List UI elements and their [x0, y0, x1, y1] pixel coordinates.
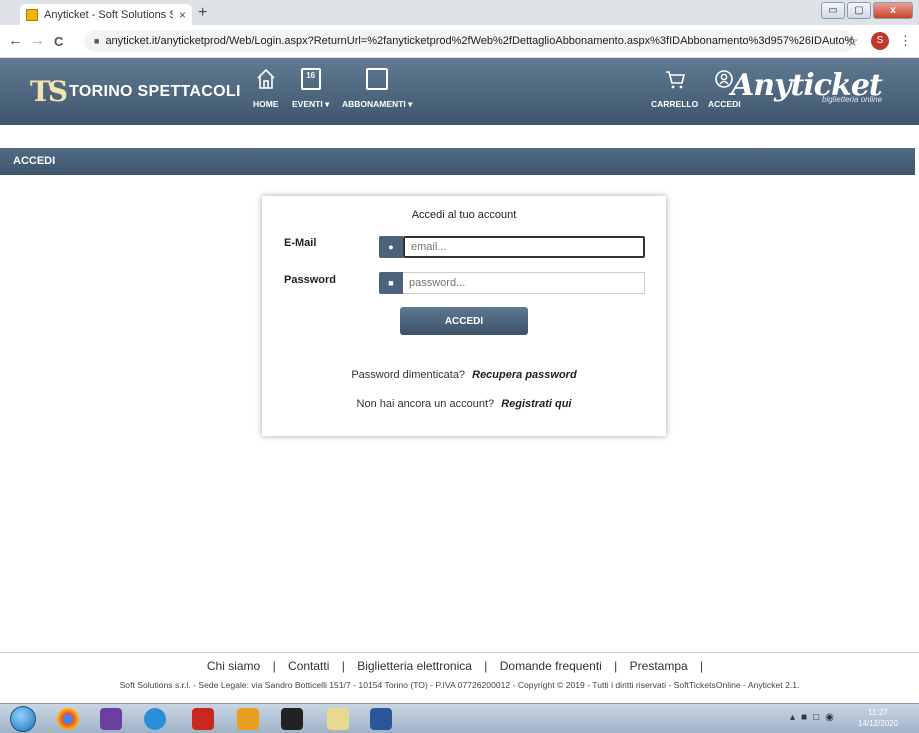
home-icon	[257, 68, 275, 89]
email-label: E-Mail	[284, 237, 317, 249]
maximize-button[interactable]: ▢	[847, 2, 871, 19]
file-explorer-icon[interactable]	[327, 708, 349, 730]
login-card: Accedi al tuo account E-Mail ● Password …	[262, 196, 666, 436]
taskbar-clock[interactable]: 11:27 14/12/2020	[858, 707, 898, 729]
footer-separator: |	[614, 659, 618, 673]
logo-mark: TS	[30, 75, 68, 108]
nav-eventi-label: EVENTI ▾	[292, 99, 330, 109]
bookmark-star-icon[interactable]: ☆	[846, 33, 859, 50]
footer-link-domande[interactable]: Domande frequenti	[500, 659, 602, 673]
favicon-icon	[26, 8, 38, 21]
internet-explorer-icon[interactable]	[144, 708, 166, 730]
nav-abbonamenti-label: ABBONAMENTI ▾	[342, 99, 413, 109]
new-tab-button[interactable]: +	[198, 4, 207, 22]
footer-legal: Soft Solutions s.r.l. - Sede Legale: via…	[119, 680, 800, 690]
tray-arrow-icon[interactable]: ▴	[790, 712, 795, 723]
calendar-day: 16	[306, 71, 316, 80]
footer-link-contatti[interactable]: Contatti	[288, 659, 329, 673]
footer-links: Chi siamo | Contatti | Biglietteria elet…	[0, 659, 919, 673]
window-close-button[interactable]: x	[873, 2, 913, 19]
nav-home-label: HOME	[253, 99, 279, 109]
site-logo[interactable]: TS TORINO SPETTACOLI	[30, 75, 241, 108]
word-icon[interactable]	[370, 708, 392, 730]
acrobat-icon[interactable]	[192, 708, 214, 730]
tablet-icon	[366, 68, 389, 90]
password-label: Password	[284, 274, 336, 286]
address-bar[interactable]: ■ anyticket.it/anyticketprod/Web/Login.a…	[84, 30, 854, 52]
footer-separator: |	[272, 659, 276, 673]
close-tab-icon[interactable]: ×	[179, 8, 186, 22]
recover-password-link[interactable]: Recupera password	[472, 369, 577, 381]
cart-icon	[665, 71, 685, 89]
site-header: TS TORINO SPETTACOLI HOME 16 EVENTI ▾ AB…	[0, 58, 919, 125]
logo-name: TORINO SPETTACOLI	[69, 82, 241, 100]
footer-link-biglietteria[interactable]: Biglietteria elettronica	[357, 659, 472, 673]
clock-date: 14/12/2020	[858, 719, 899, 728]
forward-button[interactable]: →	[30, 32, 45, 49]
start-button[interactable]	[10, 706, 36, 732]
profile-avatar[interactable]: S	[871, 32, 889, 50]
footer-separator: |	[700, 659, 704, 673]
back-button[interactable]: ←	[8, 32, 23, 49]
forgot-password-row: Password dimenticata? Recupera password	[262, 369, 666, 381]
reload-button[interactable]: C	[54, 34, 63, 49]
browser-tab-title: Anyticket - Soft Solutions S.r.l.	[44, 8, 173, 21]
footer-separator: |	[341, 659, 345, 673]
register-text: Non hai ancora un account?	[356, 398, 495, 410]
browser-tab-bar: Anyticket - Soft Solutions S.r.l. × + ▭ …	[0, 0, 919, 25]
user-icon: ●	[379, 236, 403, 258]
login-submit-button[interactable]: ACCEDI	[400, 307, 528, 335]
windows-taskbar: ▴ ■ □ ◉ 11:27 14/12/2020	[0, 703, 919, 733]
site-footer: Chi siamo | Contatti | Biglietteria elet…	[0, 652, 919, 702]
command-prompt-icon[interactable]	[281, 708, 303, 730]
nav-carrello[interactable]: CARRELLO	[651, 64, 698, 109]
clock-time: 11:27	[868, 708, 888, 717]
register-row: Non hai ancora un account? Registrati qu…	[262, 398, 666, 410]
browser-menu-icon[interactable]: ⋮	[899, 33, 912, 49]
page-title-bar: ACCEDI	[0, 148, 915, 175]
password-input[interactable]	[403, 272, 645, 294]
brand-subtitle: biglietteria online	[822, 95, 883, 104]
browser-tab[interactable]: Anyticket - Soft Solutions S.r.l. ×	[20, 4, 192, 25]
calendar-icon: 16	[300, 68, 321, 90]
browser-toolbar: ← → C ■ anyticket.it/anyticketprod/Web/L…	[0, 25, 919, 58]
footer-link-prestampa[interactable]: Prestampa	[630, 659, 688, 673]
footer-link-chi-siamo[interactable]: Chi siamo	[207, 659, 260, 673]
login-title: Accedi al tuo account	[411, 209, 517, 221]
password-field-group: ■	[379, 272, 645, 294]
lock-icon: ■	[379, 272, 403, 294]
nav-abbonamenti[interactable]: ABBONAMENTI ▾	[342, 64, 412, 110]
page-title: ACCEDI	[13, 155, 56, 167]
tray-monitor-icon[interactable]: □	[813, 712, 819, 723]
lock-icon: ■	[94, 36, 100, 46]
outlook-icon[interactable]	[237, 708, 259, 730]
nav-carrello-label: CARRELLO	[651, 99, 699, 109]
nav-home[interactable]: HOME	[253, 64, 279, 109]
register-link[interactable]: Registrati qui	[501, 398, 571, 410]
app-purple-icon[interactable]	[100, 708, 122, 730]
forgot-password-text: Password dimenticata?	[351, 369, 466, 381]
tray-network-icon[interactable]: ■	[801, 712, 807, 723]
system-tray: ▴ ■ □ ◉	[790, 712, 834, 723]
minimize-button[interactable]: ▭	[821, 2, 845, 19]
chrome-icon[interactable]	[57, 708, 79, 730]
tray-volume-icon[interactable]: ◉	[825, 712, 834, 723]
window-controls: ▭ ▢ x	[821, 2, 913, 19]
email-field-group: ●	[379, 236, 645, 258]
nav-eventi[interactable]: 16 EVENTI ▾	[292, 64, 329, 110]
email-input[interactable]	[403, 236, 645, 258]
footer-separator: |	[484, 659, 488, 673]
url-text: anyticket.it/anyticketprod/Web/Login.asp…	[105, 35, 854, 47]
